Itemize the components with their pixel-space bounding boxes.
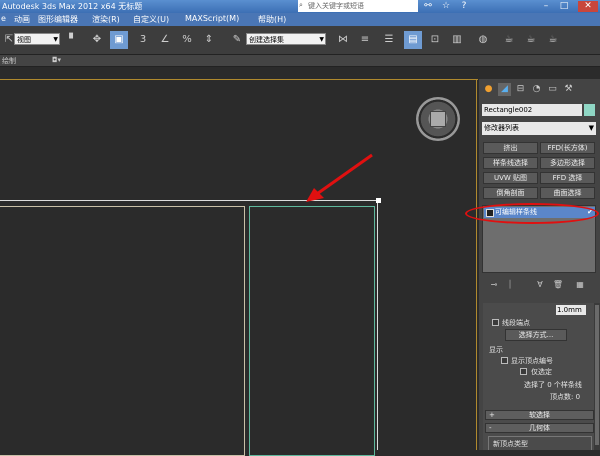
title-bar: Autodesk 3ds Max 2012 x64 无标题 键入关键字或短语 ⌕…	[0, 0, 600, 13]
make-unique-icon[interactable]: ∀	[534, 279, 546, 291]
view-dropdown-label: 视图	[17, 36, 31, 44]
curve-editor-icon[interactable]: ⊡	[426, 31, 444, 49]
selection-set-label: 创建选择集	[249, 36, 284, 44]
ribbon-label: 绘制	[2, 57, 16, 65]
render-production-icon[interactable]: ☕	[544, 31, 562, 49]
viewcube-face[interactable]	[430, 111, 446, 127]
viewport-active-border-right	[476, 79, 477, 450]
help-icon[interactable]: ?	[458, 1, 470, 12]
minus-icon: -	[489, 424, 492, 432]
panel-scrollbar-thumb[interactable]	[595, 305, 599, 445]
modifier-button-surface-select[interactable]: 曲面选择	[540, 187, 595, 199]
area-select-field[interactable]: 1.0mm	[556, 305, 586, 315]
main-toolbar: ⇱ 视图 ▼ ▘ ✥ ▣ 3 ∠ % ⇕ ✎ 创建选择集 ▼ ⋈ ≡ ☰ ▤ ⊡…	[0, 26, 600, 55]
close-icon[interactable]: ✕	[578, 1, 598, 12]
menu-item-animation[interactable]: 动画	[14, 14, 30, 25]
new-vertex-type-group: 新顶点类型	[488, 436, 592, 450]
rollout-soft-selection-label: 软选择	[529, 411, 550, 419]
chevron-down-icon: ▼	[319, 36, 324, 43]
chevron-down-icon: ▼	[53, 36, 58, 43]
rectangle-shape[interactable]	[0, 206, 245, 456]
selected-only-checkbox[interactable]	[520, 368, 527, 375]
motion-tab-icon[interactable]: ◔	[530, 83, 543, 96]
maximize-icon[interactable]: □	[558, 1, 570, 12]
rollout-geometry[interactable]: - 几何体	[485, 423, 594, 433]
selection-status: 选择了 0 个样条线	[524, 381, 582, 389]
binoculars-icon[interactable]: ⚯	[422, 1, 434, 12]
selected-spline-edge-right	[377, 200, 378, 450]
spinner-snap-icon[interactable]: ⇕	[200, 31, 218, 49]
pin-stack-icon[interactable]: ⊸	[488, 279, 500, 291]
remove-modifier-icon[interactable]: 🗑	[552, 279, 564, 291]
rendered-frame-icon[interactable]: ☕	[522, 31, 540, 49]
select-by-button[interactable]: 选择方式...	[505, 329, 567, 341]
modifier-button-uvw-map[interactable]: UVW 贴图	[483, 172, 538, 184]
select-manipulate-icon[interactable]: ▣	[110, 31, 128, 49]
search-input[interactable]: 键入关键字或短语	[298, 0, 418, 12]
rollout-geometry-label: 几何体	[529, 424, 550, 432]
hierarchy-tab-icon[interactable]: ⊟	[514, 83, 527, 96]
modify-tab-icon[interactable]: ◢	[498, 83, 511, 96]
minimize-icon[interactable]: –	[540, 1, 552, 12]
modifier-button-ffd-select[interactable]: FFD 选择	[540, 172, 595, 184]
vertex-count: 顶点数: 0	[550, 393, 581, 401]
utilities-tab-icon[interactable]: ⚒	[562, 83, 575, 96]
menu-item[interactable]: e	[1, 14, 6, 23]
menu-item-maxscript[interactable]: MAXScript(M)	[185, 14, 239, 23]
snap-3d-icon[interactable]: 3	[134, 31, 152, 49]
plus-icon: +	[489, 411, 495, 419]
window-title: Autodesk 3ds Max 2012 x64 无标题	[2, 2, 143, 11]
mirror-icon[interactable]: ⋈	[334, 31, 352, 49]
pivot-icon[interactable]: ▘	[64, 31, 82, 49]
segment-end-checkbox[interactable]	[492, 319, 499, 326]
viewcube[interactable]	[416, 97, 460, 141]
render-setup-icon[interactable]: ☕	[500, 31, 518, 49]
menu-item-help[interactable]: 帮助(H)	[258, 14, 286, 25]
ribbon-strip: 绘制 ◘▾	[0, 55, 600, 67]
object-color-swatch[interactable]	[584, 104, 595, 116]
modifier-button-spline-select[interactable]: 样条线选择	[483, 157, 538, 169]
view-dropdown[interactable]: 视图 ▼	[14, 33, 60, 45]
angle-snap-icon[interactable]: ∠	[156, 31, 174, 49]
red-arrow-annotation	[306, 153, 373, 202]
display-tab-icon[interactable]: ▭	[546, 83, 559, 96]
menu-item-customize[interactable]: 自定义(U)	[133, 14, 169, 25]
display-group-label: 显示	[489, 346, 503, 354]
viewport-active-border	[0, 79, 478, 80]
schematic-view-icon[interactable]: ▥	[448, 31, 466, 49]
move-icon[interactable]: ✥	[88, 31, 106, 49]
modifier-button-ffd-box[interactable]: FFD(长方体)	[540, 142, 595, 154]
selected-only-label: 仅选定	[531, 368, 552, 376]
material-editor-icon[interactable]: ◍	[474, 31, 492, 49]
segment-end-label: 线段端点	[502, 319, 530, 327]
modifier-button-poly-select[interactable]: 多边形选择	[540, 157, 595, 169]
named-selection-set-dropdown[interactable]: 创建选择集 ▼	[246, 33, 326, 45]
modifier-list-label: 修改器列表	[484, 124, 519, 132]
ribbon-toggle-icon[interactable]: ◘▾	[52, 56, 61, 64]
layer-manager-icon[interactable]: ☰	[380, 31, 398, 49]
rollout-soft-selection[interactable]: + 软选择	[485, 410, 594, 420]
configure-sets-icon[interactable]: ▦	[574, 279, 586, 291]
star-icon[interactable]: ☆	[440, 1, 452, 12]
search-icon: ⌕	[299, 1, 303, 9]
modifier-button-extrude[interactable]: 挤出	[483, 142, 538, 154]
show-vertex-numbers-checkbox[interactable]	[501, 357, 508, 364]
align-icon[interactable]: ≡	[356, 31, 374, 49]
new-vertex-type-label: 新顶点类型	[493, 440, 528, 448]
show-vertex-numbers-label: 显示顶点编号	[511, 357, 553, 365]
show-end-result-icon[interactable]: ⏐	[504, 279, 516, 291]
chevron-down-icon: ▼	[588, 124, 594, 132]
percent-snap-icon[interactable]: %	[178, 31, 196, 49]
object-name-field[interactable]: Rectangle002	[482, 104, 582, 116]
create-tab-icon[interactable]: ●	[482, 83, 495, 96]
graphite-tools-icon[interactable]: ▤	[404, 31, 422, 49]
menu-item-graph-editors[interactable]: 图形编辑器	[38, 14, 78, 25]
rectangle-shape-selected[interactable]	[249, 206, 375, 456]
red-oval-annotation	[465, 203, 599, 224]
menu-bar: e 动画 图形编辑器 渲染(R) 自定义(U) MAXScript(M) 帮助(…	[0, 13, 600, 26]
menu-item-rendering[interactable]: 渲染(R)	[92, 14, 120, 25]
edit-named-selection-icon[interactable]: ✎	[228, 31, 246, 49]
modifier-button-bevel-profile[interactable]: 倒角剖面	[483, 187, 538, 199]
modifier-list-dropdown[interactable]: 修改器列表 ▼	[482, 122, 596, 135]
